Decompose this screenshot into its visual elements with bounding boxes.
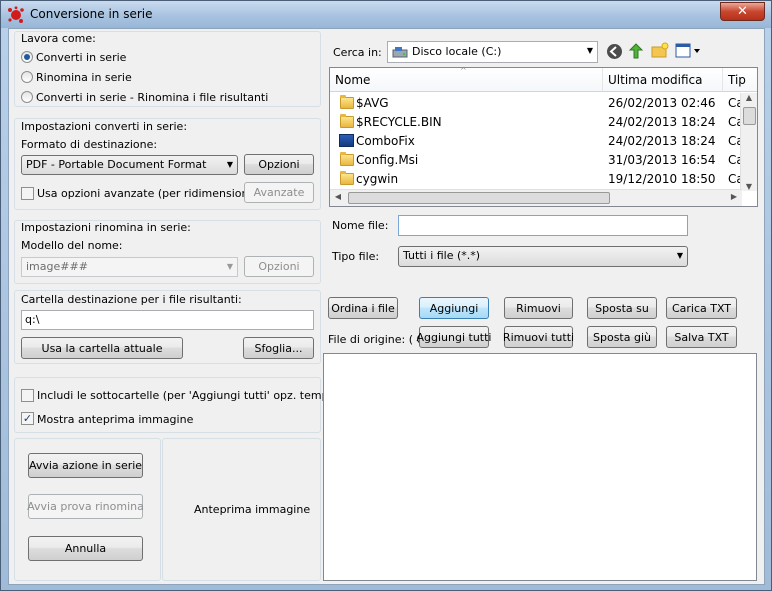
- file-name: $RECYCLE.BIN: [356, 115, 442, 129]
- source-files-list[interactable]: [323, 353, 757, 581]
- look-in-value: Disco locale (C:): [412, 45, 502, 58]
- hscroll-thumb[interactable]: [348, 192, 610, 204]
- show-preview-label[interactable]: Mostra anteprima immagine: [37, 413, 193, 426]
- hard-drive-icon: [392, 47, 408, 58]
- image-preview-label: Anteprima immagine: [194, 503, 311, 516]
- folder-icon: [340, 114, 354, 128]
- start-batch-button[interactable]: Avvia azione in serie: [28, 453, 143, 478]
- close-icon: ✕: [737, 4, 748, 19]
- view-menu-icon[interactable]: [675, 43, 703, 58]
- file-row[interactable]: $AVG 26/02/2013 02:46 Car: [330, 94, 749, 113]
- look-in-label: Cerca in:: [333, 46, 382, 59]
- output-folder-legend: Cartella destinazione per i file risulta…: [21, 293, 242, 306]
- format-select[interactable]: PDF - Portable Document Format ▼: [21, 155, 238, 175]
- add-all-button[interactable]: Aggiungi tutti: [417, 326, 492, 348]
- vertical-scrollbar[interactable]: ▲ ▼: [740, 93, 757, 191]
- include-subfolders-label[interactable]: Includi le sottocartelle (per 'Aggiungi …: [37, 389, 371, 402]
- scroll-down-icon[interactable]: ▼: [741, 182, 757, 191]
- file-date: 26/02/2013 02:46: [608, 96, 716, 110]
- scroll-left-icon[interactable]: ◀: [330, 192, 346, 201]
- move-up-button[interactable]: Sposta su: [587, 297, 657, 319]
- column-header-modified[interactable]: Ultima modifica: [603, 68, 723, 92]
- folder-icon: [340, 152, 354, 166]
- file-row[interactable]: $RECYCLE.BIN 24/02/2013 18:24 Car: [330, 113, 749, 132]
- file-list[interactable]: Nome ^ Ultima modifica Tip $AVG 26/02/201…: [329, 67, 758, 207]
- radio-convert[interactable]: [21, 51, 33, 63]
- advanced-options-checkbox[interactable]: [21, 187, 34, 200]
- file-row[interactable]: Config.Msi 31/03/2013 16:54 Car: [330, 151, 749, 170]
- scroll-thumb[interactable]: [743, 107, 756, 125]
- test-rename-button[interactable]: Avvia prova rinomina: [27, 494, 144, 519]
- dialog-client-area: Lavora come: Converti in serie Rinomina …: [8, 28, 765, 585]
- cancel-button[interactable]: Annulla: [28, 536, 143, 561]
- radio-rename-label[interactable]: Rinomina in serie: [36, 71, 132, 84]
- radio-convert-rename[interactable]: [21, 91, 33, 103]
- file-row[interactable]: cygwin 19/12/2010 18:50 Car: [330, 170, 749, 189]
- splat-icon: [8, 6, 24, 23]
- file-name: cygwin: [356, 172, 399, 186]
- use-current-folder-button[interactable]: Usa la cartella attuale: [21, 337, 183, 359]
- column-header-type[interactable]: Tip: [723, 68, 757, 92]
- save-txt-button[interactable]: Salva TXT: [666, 326, 737, 348]
- sort-arrow-icon: ^: [460, 67, 467, 75]
- advanced-options-label[interactable]: Usa opzioni avanzate (per ridimensiona..…: [37, 187, 270, 200]
- folder-icon: [340, 95, 354, 109]
- add-button[interactable]: Aggiungi: [419, 297, 489, 319]
- look-in-select[interactable]: Disco locale (C:) ▼: [387, 41, 598, 63]
- window-title: Conversione in serie: [30, 7, 153, 21]
- rename-options-button[interactable]: Opzioni: [244, 256, 314, 277]
- name-pattern-value: image###: [26, 260, 88, 273]
- format-value: PDF - Portable Document Format: [26, 158, 207, 171]
- format-label: Formato di destinazione:: [21, 138, 158, 151]
- show-preview-checkbox[interactable]: ✓: [21, 412, 34, 425]
- filename-label: Nome file:: [332, 219, 389, 232]
- filename-input[interactable]: [398, 215, 688, 236]
- back-icon[interactable]: [606, 43, 623, 60]
- title-bar[interactable]: Conversione in serie ✕: [1, 1, 771, 28]
- convert-settings-legend: Impostazioni converti in serie:: [21, 120, 188, 133]
- rename-settings-legend: Impostazioni rinomina in serie:: [21, 221, 191, 234]
- radio-rename[interactable]: [21, 71, 33, 83]
- chevron-down-icon: ▼: [226, 262, 233, 271]
- name-pattern-select[interactable]: image### ▼: [21, 257, 238, 277]
- name-pattern-label: Modello del nome:: [21, 239, 123, 252]
- output-folder-input[interactable]: q:\: [21, 310, 314, 330]
- file-name: $AVG: [356, 96, 389, 110]
- chevron-down-icon: ▼: [586, 46, 593, 55]
- close-button[interactable]: ✕: [720, 2, 765, 21]
- advanced-button[interactable]: Avanzate: [244, 182, 314, 203]
- work-as-legend: Lavora come:: [21, 32, 96, 45]
- remove-button[interactable]: Rimuovi: [504, 297, 573, 319]
- browse-button[interactable]: Sfoglia...: [243, 337, 314, 359]
- chevron-down-icon: ▼: [226, 160, 233, 169]
- move-down-button[interactable]: Sposta giù: [587, 326, 657, 348]
- up-folder-icon[interactable]: [628, 42, 645, 60]
- batch-conversion-window: Conversione in serie ✕ Lavora come: Conv…: [0, 0, 772, 591]
- sort-files-button[interactable]: Ordina i file: [328, 297, 398, 319]
- filetype-select[interactable]: Tutti i file (*.*) ▼: [398, 246, 688, 267]
- scroll-right-icon[interactable]: ▶: [726, 192, 742, 201]
- file-date: 24/02/2013 18:24: [608, 134, 716, 148]
- app-icon: [339, 134, 354, 147]
- radio-convert-rename-label[interactable]: Converti in serie - Rinomina i file risu…: [36, 91, 268, 104]
- file-date: 31/03/2013 16:54: [608, 153, 716, 167]
- horizontal-scrollbar[interactable]: ◀ ▶: [330, 189, 742, 206]
- format-options-button[interactable]: Opzioni: [244, 154, 314, 175]
- filetype-value: Tutti i file (*.*): [403, 249, 481, 262]
- radio-convert-label[interactable]: Converti in serie: [36, 51, 126, 64]
- file-row[interactable]: ComboFix 24/02/2013 18:24 Car: [330, 132, 749, 151]
- file-name: ComboFix: [356, 134, 415, 148]
- file-date: 24/02/2013 18:24: [608, 115, 716, 129]
- file-name: Config.Msi: [356, 153, 419, 167]
- load-txt-button[interactable]: Carica TXT: [666, 297, 737, 319]
- filetype-label: Tipo file:: [332, 250, 380, 263]
- new-folder-icon[interactable]: [651, 42, 669, 59]
- file-date: 19/12/2010 18:50: [608, 172, 716, 186]
- include-subfolders-checkbox[interactable]: [21, 389, 34, 402]
- chevron-down-icon: ▼: [676, 251, 683, 260]
- scroll-up-icon[interactable]: ▲: [741, 93, 757, 102]
- folder-icon: [340, 171, 354, 185]
- remove-all-button[interactable]: Rimuovi tutti: [503, 326, 574, 348]
